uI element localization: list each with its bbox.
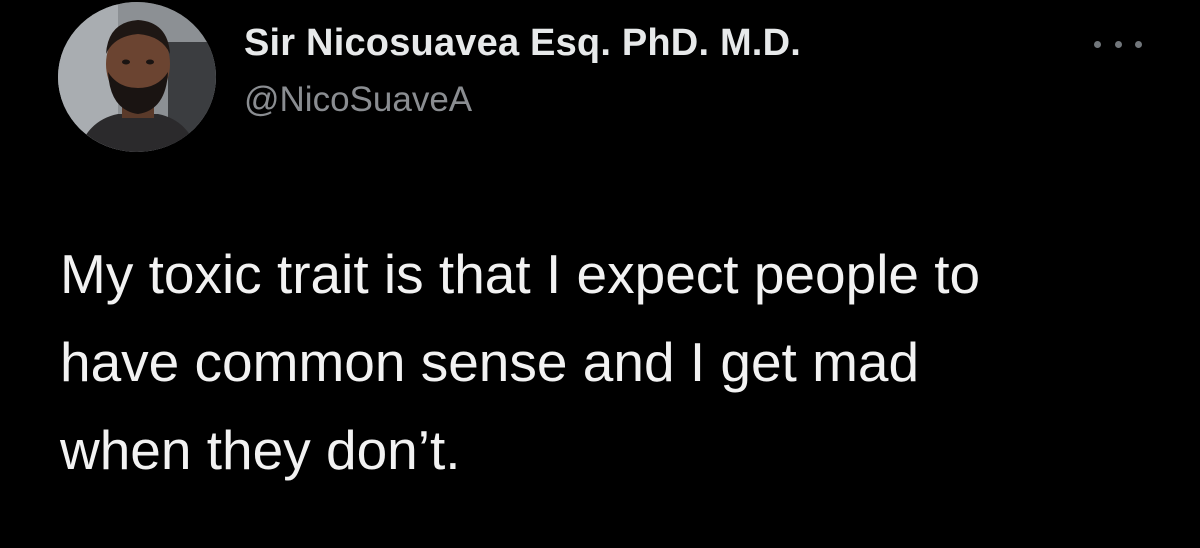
tweet-text-line: have common sense and I get mad: [60, 331, 920, 393]
avatar-photo-icon: [58, 2, 216, 152]
author-display-name[interactable]: Sir Nicosuavea Esq. PhD. M.D.: [244, 22, 801, 65]
more-dot: [1114, 40, 1122, 48]
tweet-card: Sir Nicosuavea Esq. PhD. M.D. @NicoSuave…: [0, 0, 1200, 548]
more-dot: [1135, 40, 1142, 48]
tweet-text: My toxic trait is that I expect people t…: [60, 230, 1170, 494]
more-dot: [1094, 40, 1101, 48]
author-avatar[interactable]: [58, 2, 216, 152]
author-handle[interactable]: @NicoSuaveA: [244, 80, 472, 120]
tweet-text-line: My toxic trait is that I expect people t…: [60, 243, 981, 305]
more-options-icon[interactable]: [1094, 32, 1142, 56]
tweet-text-line: when they don’t.: [60, 419, 461, 481]
